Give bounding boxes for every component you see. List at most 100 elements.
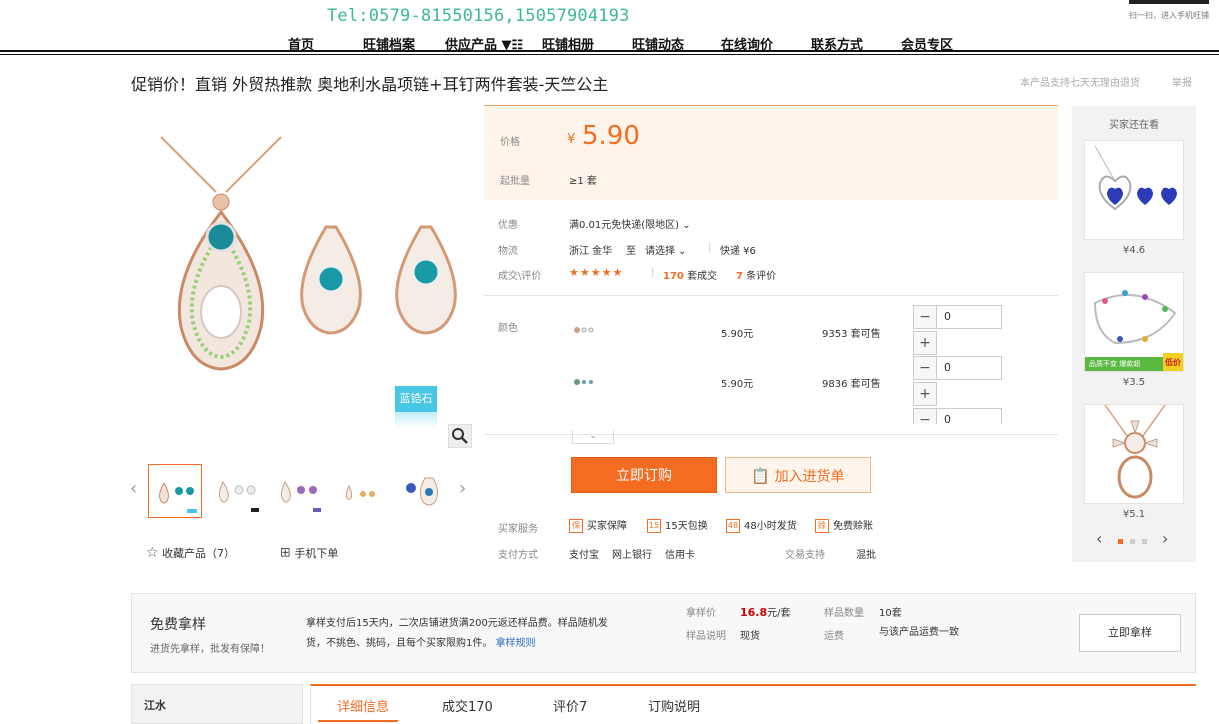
- moq-value: ≥1 套: [569, 176, 597, 187]
- sku-expand-toggle[interactable]: ⌄: [572, 430, 614, 444]
- also-viewed-item-3[interactable]: [1084, 404, 1184, 504]
- product-main-image[interactable]: [131, 107, 471, 432]
- sku-thumb-2[interactable]: [569, 370, 599, 392]
- sample-shipping-value: 与该产品运费一致: [879, 627, 959, 638]
- sku-3-quantity-stepper: − 0: [913, 408, 1003, 424]
- also-viewed-pager: ‹ ›: [1096, 529, 1176, 548]
- sku-2-quantity-input[interactable]: 0: [937, 356, 1002, 380]
- thumbnail-4[interactable]: [335, 464, 389, 518]
- free-sample-subtitle: 进货先拿样，批发有保障！: [150, 644, 270, 655]
- review-summary[interactable]: 7 条评价: [736, 267, 776, 282]
- also-viewed-item-1[interactable]: [1084, 140, 1184, 240]
- sku-2-quantity-stepper: − 0: [913, 356, 1003, 380]
- ship-to-label: 至: [626, 246, 636, 257]
- thumbnail-image: [406, 477, 439, 506]
- also-viewed-item-2[interactable]: 品质不变 爆款超 低价: [1084, 272, 1184, 372]
- pager-dot-1[interactable]: [1118, 539, 1123, 544]
- thumb-next-arrow[interactable]: ›: [459, 478, 466, 499]
- sku-3-quantity-input[interactable]: 0: [937, 408, 1002, 424]
- qr-code-image: [1129, 0, 1209, 4]
- sku-1-quantity-input[interactable]: 0: [937, 305, 1002, 329]
- product-title: 促销价！直销 外贸热推款 奥地利水晶项链+耳钉两件套装-天竺公主: [131, 75, 609, 94]
- discount-dropdown[interactable]: 满0.01元免快递(限地区) ⌄: [569, 216, 691, 231]
- thumbnail-1[interactable]: [148, 464, 202, 518]
- shield-icon: 保: [569, 519, 583, 533]
- sku-2-stock: 9836 套可售: [822, 379, 881, 390]
- service-label: 48小时发货: [744, 521, 797, 532]
- phone-number: Tel:0579-81550156,15057904193: [327, 6, 630, 26]
- get-sample-button[interactable]: 立即拿样: [1079, 614, 1181, 652]
- thumbnail-2[interactable]: [211, 464, 265, 518]
- add-to-cart-button[interactable]: 📋 加入进货单: [725, 457, 871, 493]
- flower-pendant-image: [1104, 405, 1166, 499]
- chevron-left-icon[interactable]: ‹: [1096, 529, 1102, 548]
- trade-support-label: 交易支持: [785, 550, 825, 561]
- service-48h-delivery[interactable]: 48 48小时发货: [726, 517, 797, 533]
- thumbnail-3[interactable]: [273, 464, 327, 518]
- sold-suffix: 套成交: [687, 271, 718, 282]
- info-divider: [484, 295, 1058, 296]
- color-label: 颜色: [498, 323, 518, 334]
- service-label: 买家保障: [587, 521, 627, 532]
- return-policy-note: 本产品支持七天无理由退货: [1020, 78, 1140, 89]
- sku-1-price: 5.90元: [721, 329, 754, 340]
- thumb-prev-arrow[interactable]: ‹: [130, 478, 137, 499]
- calendar-icon: 15: [647, 519, 661, 533]
- sample-price-unit: 元/套: [767, 608, 791, 619]
- rating-stars: ★★★★★: [569, 266, 624, 279]
- free-sample-title: 免费拿样: [150, 617, 206, 633]
- free-sample-description: 拿样支付后15天内，二次店铺进货满200元返还样品费。样品随机发货，不挑色、挑码…: [306, 614, 624, 654]
- clipboard-icon: 📋: [751, 467, 771, 485]
- mobile-order[interactable]: ⊞ 手机下单: [280, 545, 338, 563]
- bracelet-banner-price: 低价: [1165, 358, 1181, 367]
- report-link[interactable]: 举报: [1172, 74, 1192, 89]
- tab-order-notes[interactable]: 订购说明: [648, 696, 700, 715]
- sku-2-price: 5.90元: [721, 379, 754, 390]
- also-viewed-panel: 买家还在看 ¥4.6 品质不变 爆款超 低价 ¥3.5 ¥5.1 ‹ ›: [1072, 106, 1196, 562]
- service-free-credit[interactable]: 赊免费赊账: [815, 517, 873, 533]
- thumbnail-5[interactable]: [397, 464, 451, 518]
- color-badge-reflection: [395, 412, 437, 428]
- ship-to-select[interactable]: 请选择 ⌄: [645, 242, 687, 257]
- magnifier-icon: [452, 428, 468, 444]
- qr-code[interactable]: 扫一扫，进入手机旺铺: [1129, 0, 1219, 22]
- sku-1-stock: 9353 套可售: [822, 329, 881, 340]
- sample-desc-label: 样品说明: [686, 631, 726, 642]
- sku-divider: [484, 434, 1058, 435]
- pager-dot-3[interactable]: [1142, 539, 1147, 544]
- payment-label: 支付方式: [498, 550, 538, 561]
- sku-1-plus-button[interactable]: +: [913, 331, 937, 355]
- sku-thumb-1[interactable]: [569, 318, 599, 340]
- also-viewed-title: 买家还在看: [1109, 120, 1159, 131]
- tab-reviews[interactable]: 评价7: [553, 696, 587, 715]
- pager-dot-2[interactable]: [1130, 539, 1135, 544]
- free-sample-panel: 免费拿样 进货先拿样，批发有保障！ 拿样支付后15天内，二次店铺进货满200元返…: [131, 593, 1196, 673]
- collect-product[interactable]: ☆ 收藏产品（7）: [146, 545, 235, 563]
- buyer-service-label: 买家服务: [498, 524, 538, 535]
- sku-2-minus-button[interactable]: −: [913, 356, 937, 380]
- sku-thumb-image: [574, 327, 594, 333]
- deal-review-label: 成交\评价: [498, 271, 542, 282]
- tab-transactions[interactable]: 成交170: [442, 696, 493, 715]
- tab-details[interactable]: 详细信息: [337, 696, 389, 715]
- buy-now-button[interactable]: 立即订购: [571, 457, 717, 493]
- express-fee: 快递 ¥6: [720, 246, 756, 257]
- zoom-button[interactable]: [448, 424, 472, 448]
- sku-3-minus-button[interactable]: −: [913, 408, 937, 424]
- shop-panel: 江水: [131, 684, 303, 724]
- chevron-right-icon[interactable]: ›: [1162, 529, 1168, 548]
- sku-2-plus-button[interactable]: +: [913, 382, 937, 406]
- sample-rules-link[interactable]: 拿样规则: [496, 638, 536, 649]
- mobile-order-label: 手机下单: [294, 547, 339, 560]
- shop-name: 江水: [144, 699, 166, 712]
- logistics-label: 物流: [498, 246, 518, 257]
- thumbnail-image: [280, 481, 321, 512]
- service-15day-exchange[interactable]: 15 15天包换: [647, 517, 708, 533]
- sample-shipping-label: 运费: [824, 631, 844, 642]
- service-buyer-protection[interactable]: 保买家保障: [569, 517, 627, 533]
- sold-summary[interactable]: 170 套成交: [663, 267, 717, 282]
- payment-credit-card: 信用卡: [665, 550, 695, 561]
- discount-label: 优惠: [498, 220, 518, 231]
- sample-price: 16.8元/套: [740, 604, 791, 619]
- sku-1-minus-button[interactable]: −: [913, 305, 937, 329]
